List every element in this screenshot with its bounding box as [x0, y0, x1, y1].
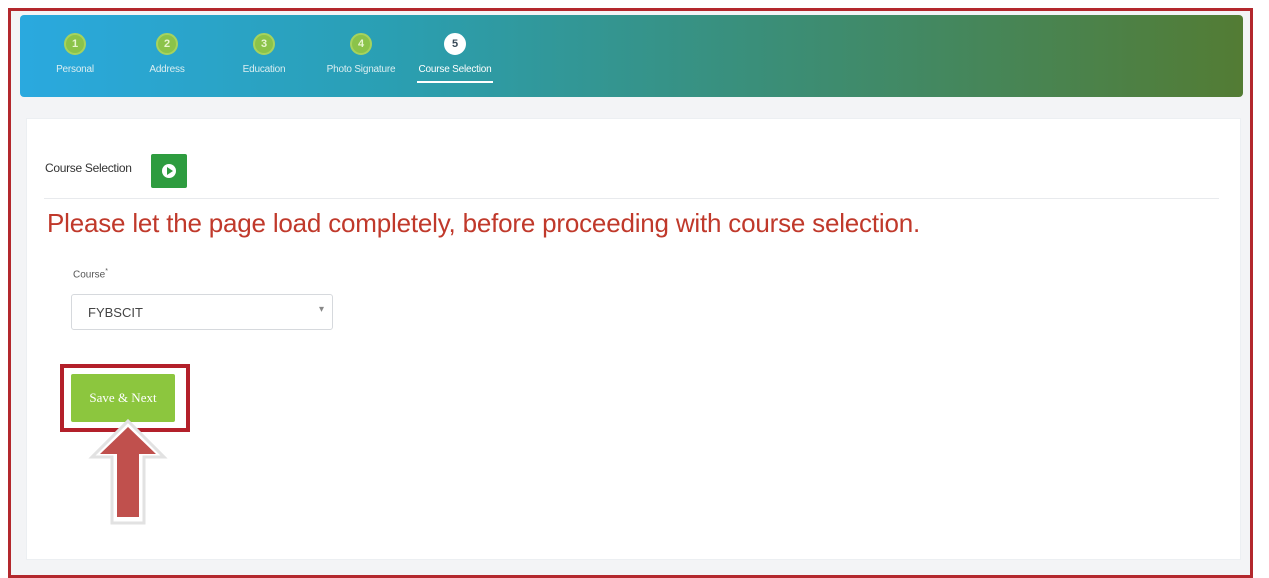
- step-label-personal: Personal: [56, 64, 94, 75]
- play-circle-icon: [162, 164, 176, 178]
- stepper-bar: 1 Personal 2 Address 3 Education 4 Photo…: [20, 15, 1243, 97]
- content-panel: [26, 118, 1241, 560]
- course-select[interactable]: FYBSCIT ▾: [71, 294, 333, 330]
- step-number-3: 3: [253, 33, 275, 55]
- up-arrow-icon: [88, 418, 168, 525]
- step-number-2: 2: [156, 33, 178, 55]
- step-address[interactable]: 2 Address: [112, 33, 222, 77]
- step-number-4: 4: [350, 33, 372, 55]
- step-label-course-selection: Course Selection: [416, 64, 494, 83]
- course-label-text: Course: [73, 269, 106, 281]
- step-number-5: 5: [444, 33, 466, 55]
- step-number-1: 1: [64, 33, 86, 55]
- course-select-value: FYBSCIT: [88, 305, 143, 320]
- required-mark: *: [105, 268, 108, 275]
- section-title: Course Selection: [45, 161, 132, 175]
- step-label-education: Education: [242, 64, 286, 75]
- step-education[interactable]: 3 Education: [209, 33, 319, 77]
- chevron-down-icon: ▾: [318, 304, 324, 315]
- course-field-label: Course*: [73, 268, 108, 280]
- load-warning-message: Please let the page load completely, bef…: [47, 208, 920, 238]
- divider: [44, 198, 1219, 199]
- step-label-photo-signature: Photo Signature: [326, 64, 396, 75]
- step-course-selection[interactable]: 5 Course Selection: [400, 33, 510, 83]
- play-button[interactable]: [151, 154, 187, 188]
- step-label-address: Address: [149, 64, 185, 75]
- save-next-button[interactable]: Save & Next: [71, 374, 175, 422]
